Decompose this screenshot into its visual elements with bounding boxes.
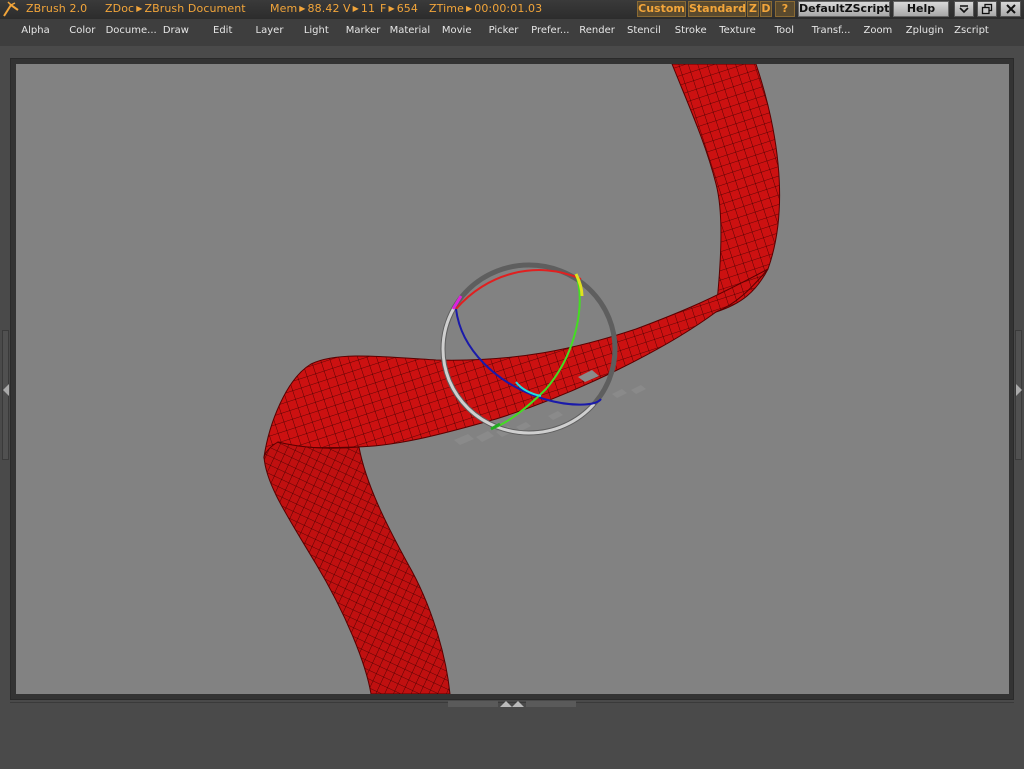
mem-label: Mem (270, 2, 298, 15)
menu-item-transf[interactable]: Transf... (808, 25, 855, 36)
menu-item-draw[interactable]: Draw (152, 25, 199, 36)
menu-item-alpha[interactable]: Alpha (12, 25, 59, 36)
menu-item-docume[interactable]: Docume... (106, 25, 157, 36)
left-arrow-icon[interactable] (3, 384, 9, 396)
menu-bar: Alpha Color Docume... Draw Edit Layer Light Mar… (0, 19, 1024, 46)
close-icon[interactable] (1000, 1, 1021, 17)
menu-item-marker[interactable]: Marker (340, 25, 387, 36)
menu-item-zoom[interactable]: Zoom (854, 25, 901, 36)
f-value: 654 (396, 2, 418, 15)
custom-button[interactable]: Custom (637, 1, 686, 17)
mem-value: 88.42 (307, 2, 340, 15)
doc-name: ZBrush Document (144, 2, 246, 15)
menu-item-zscript[interactable]: Zscript (948, 25, 995, 36)
f-label: F (380, 2, 387, 15)
menu-item-picker[interactable]: Picker (480, 25, 527, 36)
minimize-icon[interactable] (954, 1, 974, 17)
ribbon-lower-strip (263, 441, 451, 694)
mem-arrow-icon: ▶ (299, 4, 306, 13)
menu-item-material[interactable]: Material (386, 25, 433, 36)
document-path: ZDoc ▶ ZBrush Document (105, 2, 246, 15)
v-label: V (343, 2, 351, 15)
document-canvas[interactable] (16, 64, 1009, 694)
menu-item-render[interactable]: Render (574, 25, 621, 36)
zbrush-logo-icon[interactable] (2, 1, 20, 18)
restore-icon[interactable] (977, 1, 997, 17)
default-zscript-button[interactable]: DefaultZScript (798, 1, 890, 17)
ztime-arrow-icon: ▶ (465, 4, 473, 13)
menu-item-movie[interactable]: Movie (433, 25, 480, 36)
mem-readout: Mem ▶ 88.42 (270, 2, 340, 15)
bottom-tray (10, 702, 1014, 769)
menu-item-layer[interactable]: Layer (246, 25, 293, 36)
bottom-tray-handle[interactable] (448, 699, 576, 708)
face-readout: F ▶ 654 (380, 2, 418, 15)
ribbon-model[interactable] (16, 64, 1009, 694)
title-bar: ZBrush 2.0 ZDoc ▶ ZBrush Document Mem ▶ 88.4… (0, 0, 1024, 20)
f-arrow-icon: ▶ (388, 4, 395, 13)
menu-item-color[interactable]: Color (59, 25, 106, 36)
v-arrow-icon: ▶ (352, 4, 359, 13)
ztime-label: ZTime (429, 2, 464, 15)
path-arrow-icon: ▶ (136, 4, 143, 13)
help-button[interactable]: Help (893, 1, 949, 17)
app-title: ZBrush 2.0 (26, 2, 88, 15)
menu-item-stencil[interactable]: Stencil (620, 25, 667, 36)
d-button[interactable]: D (760, 1, 772, 17)
menu-item-stroke[interactable]: Stroke (667, 25, 714, 36)
ribbon-middle-band (263, 268, 769, 459)
ztime-readout: ZTime ▶ 00:00:01.03 (429, 2, 542, 15)
menu-item-zplugin[interactable]: Zplugin (901, 25, 948, 36)
up-arrow-icon (500, 701, 524, 707)
doc-prefix: ZDoc (105, 2, 135, 15)
v-value: 11 (360, 2, 376, 15)
right-arrow-icon[interactable] (1016, 384, 1022, 396)
menu-item-prefer[interactable]: Prefer... (527, 25, 574, 36)
question-button[interactable]: ? (775, 1, 795, 17)
standard-button[interactable]: Standard (688, 1, 746, 17)
ztime-value: 00:00:01.03 (474, 2, 543, 15)
menu-item-texture[interactable]: Texture (714, 25, 761, 36)
menu-item-edit[interactable]: Edit (199, 25, 246, 36)
menu-item-tool[interactable]: Tool (761, 25, 808, 36)
z-button[interactable]: Z (747, 1, 759, 17)
vertex-readout: V ▶ 11 (343, 2, 375, 15)
menu-item-light[interactable]: Light (293, 25, 340, 36)
